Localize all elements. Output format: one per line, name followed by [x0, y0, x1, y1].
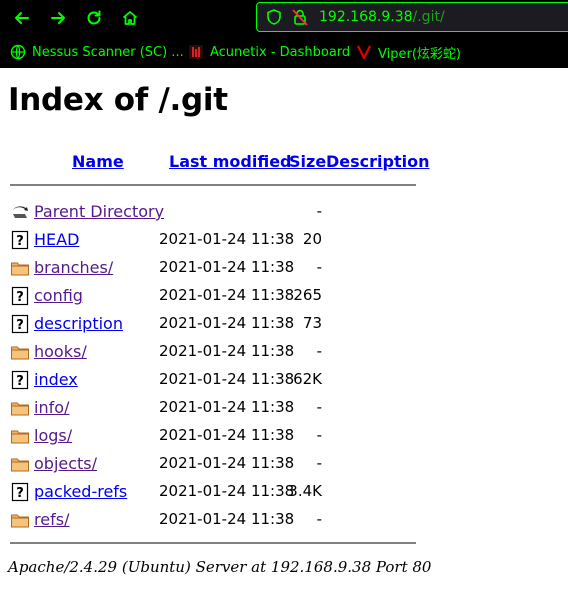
svg-text:?: ?: [16, 290, 24, 305]
entry-link[interactable]: description: [34, 314, 123, 333]
bookmark-nessus[interactable]: Nessus Scanner (SC) ...: [10, 43, 184, 61]
table-row: info/2021-01-24 11:38 -: [0, 396, 568, 424]
entry-link[interactable]: logs/: [34, 426, 72, 445]
reload-icon: [87, 10, 101, 25]
entry-last-modified: 2021-01-24 11:38: [159, 230, 295, 248]
page-content: Index of /.git Name Last modified Size D…: [0, 68, 568, 594]
shield-icon[interactable]: [265, 8, 283, 26]
parent-directory-row: Parent Directory -: [0, 200, 568, 228]
table-row: refs/2021-01-24 11:38 -: [0, 508, 568, 536]
bookmark-label: Acunetix - Dashboard: [210, 44, 351, 60]
insecure-lock-icon[interactable]: [291, 8, 309, 26]
entry-last-modified: 2021-01-24 11:38: [159, 454, 295, 472]
entry-link[interactable]: objects/: [34, 454, 97, 473]
acunetix-icon: [189, 45, 203, 59]
url-path: /.git/: [412, 9, 445, 25]
table-row: objects/2021-01-24 11:38 -: [0, 452, 568, 480]
entry-last-modified: 2021-01-24 11:38: [159, 426, 295, 444]
entry-size: -: [316, 202, 322, 220]
column-header-last-modified[interactable]: Last modified: [169, 152, 292, 171]
entry-link[interactable]: config: [34, 286, 83, 305]
entry-link[interactable]: HEAD: [34, 230, 79, 249]
entry-size: 3.4K: [288, 482, 322, 500]
reload-button[interactable]: [82, 6, 106, 30]
url-host: 192.168.9.38: [319, 9, 413, 25]
entry-link[interactable]: branches/: [34, 258, 113, 277]
entry-link[interactable]: hooks/: [34, 342, 87, 361]
entry-size: -: [316, 258, 322, 276]
entry-size: 73: [302, 314, 322, 332]
entry-size: 62K: [293, 370, 322, 388]
bookmark-label: Nessus Scanner (SC) ...: [32, 44, 184, 60]
svg-text:?: ?: [16, 234, 24, 249]
entry-size: 20: [302, 230, 322, 248]
entry-last-modified: 2021-01-24 11:38: [159, 258, 295, 276]
entry-link[interactable]: index: [34, 370, 78, 389]
url-bar[interactable]: 192.168.9.38/.git/: [256, 2, 568, 32]
footer-divider: [10, 542, 416, 544]
svg-text:?: ?: [16, 318, 24, 333]
home-icon: [122, 11, 138, 25]
table-row: logs/2021-01-24 11:38 -: [0, 424, 568, 452]
entry-last-modified: 2021-01-24 11:38: [159, 510, 295, 528]
entry-size: -: [316, 398, 322, 416]
unknown-file-icon[interactable]: ?: [10, 370, 30, 390]
entry-size: -: [316, 454, 322, 472]
folder-icon[interactable]: [10, 398, 30, 418]
server-signature: Apache/2.4.29 (Ubuntu) Server at 192.168…: [8, 558, 432, 576]
table-row: ? index 2021-01-24 11:38 62K: [0, 368, 568, 396]
header-divider: [10, 184, 416, 186]
column-header-description[interactable]: Description: [326, 152, 429, 171]
entry-link[interactable]: Parent Directory: [34, 202, 164, 221]
unknown-file-icon[interactable]: ?: [10, 286, 30, 306]
bookmarks-bar: Nessus Scanner (SC) ... Acunetix - Dashb…: [0, 36, 568, 68]
column-header-size[interactable]: Size: [289, 152, 326, 171]
viper-icon: [357, 45, 371, 60]
forward-button[interactable]: [46, 6, 70, 30]
browser-toolbar: 192.168.9.38/.git/: [0, 0, 568, 36]
entry-link[interactable]: info/: [34, 398, 69, 417]
entry-last-modified: 2021-01-24 11:38: [159, 314, 295, 332]
entry-last-modified: 2021-01-24 11:38: [159, 370, 295, 388]
bookmark-label: Viper(炫彩蛇): [378, 46, 461, 62]
arrow-right-icon: [51, 12, 65, 24]
entry-last-modified: 2021-01-24 11:38: [159, 482, 295, 500]
svg-text:?: ?: [16, 486, 24, 501]
back-button[interactable]: [10, 6, 34, 30]
column-header-name[interactable]: Name: [72, 152, 124, 171]
folder-icon[interactable]: [10, 258, 30, 278]
folder-icon[interactable]: [10, 510, 30, 530]
url-text[interactable]: 192.168.9.38/.git/: [319, 9, 445, 25]
table-row: hooks/2021-01-24 11:38 -: [0, 340, 568, 368]
back-icon[interactable]: [10, 202, 30, 222]
entry-last-modified: 2021-01-24 11:38: [159, 286, 295, 304]
arrow-left-icon: [15, 12, 29, 24]
table-row: ? config 2021-01-24 11:38 265: [0, 284, 568, 312]
svg-text:?: ?: [16, 374, 24, 389]
unknown-file-icon[interactable]: ?: [10, 314, 30, 334]
folder-icon[interactable]: [10, 342, 30, 362]
unknown-file-icon[interactable]: ?: [10, 482, 30, 502]
folder-icon[interactable]: [10, 426, 30, 446]
folder-icon[interactable]: [10, 454, 30, 474]
table-row: ? HEAD 2021-01-24 11:38 20: [0, 228, 568, 256]
table-row: branches/2021-01-24 11:38 -: [0, 256, 568, 284]
page-title: Index of /.git: [8, 82, 228, 118]
table-row: ? packed-refs 2021-01-24 11:38 3.4K: [0, 480, 568, 508]
bookmark-viper[interactable]: Viper(炫彩蛇): [356, 43, 461, 62]
home-button[interactable]: [118, 6, 142, 30]
entry-link[interactable]: refs/: [34, 510, 69, 529]
entry-link[interactable]: packed-refs: [34, 482, 127, 501]
table-row: ? description 2021-01-24 11:38 73: [0, 312, 568, 340]
globe-icon: [10, 44, 26, 60]
entry-last-modified: 2021-01-24 11:38: [159, 342, 295, 360]
entry-size: -: [316, 342, 322, 360]
entry-size: -: [316, 426, 322, 444]
unknown-file-icon[interactable]: ?: [10, 230, 30, 250]
bookmark-acunetix[interactable]: Acunetix - Dashboard: [188, 43, 350, 61]
entry-size: -: [316, 510, 322, 528]
entry-last-modified: 2021-01-24 11:38: [159, 398, 295, 416]
entry-size: 265: [293, 286, 322, 304]
